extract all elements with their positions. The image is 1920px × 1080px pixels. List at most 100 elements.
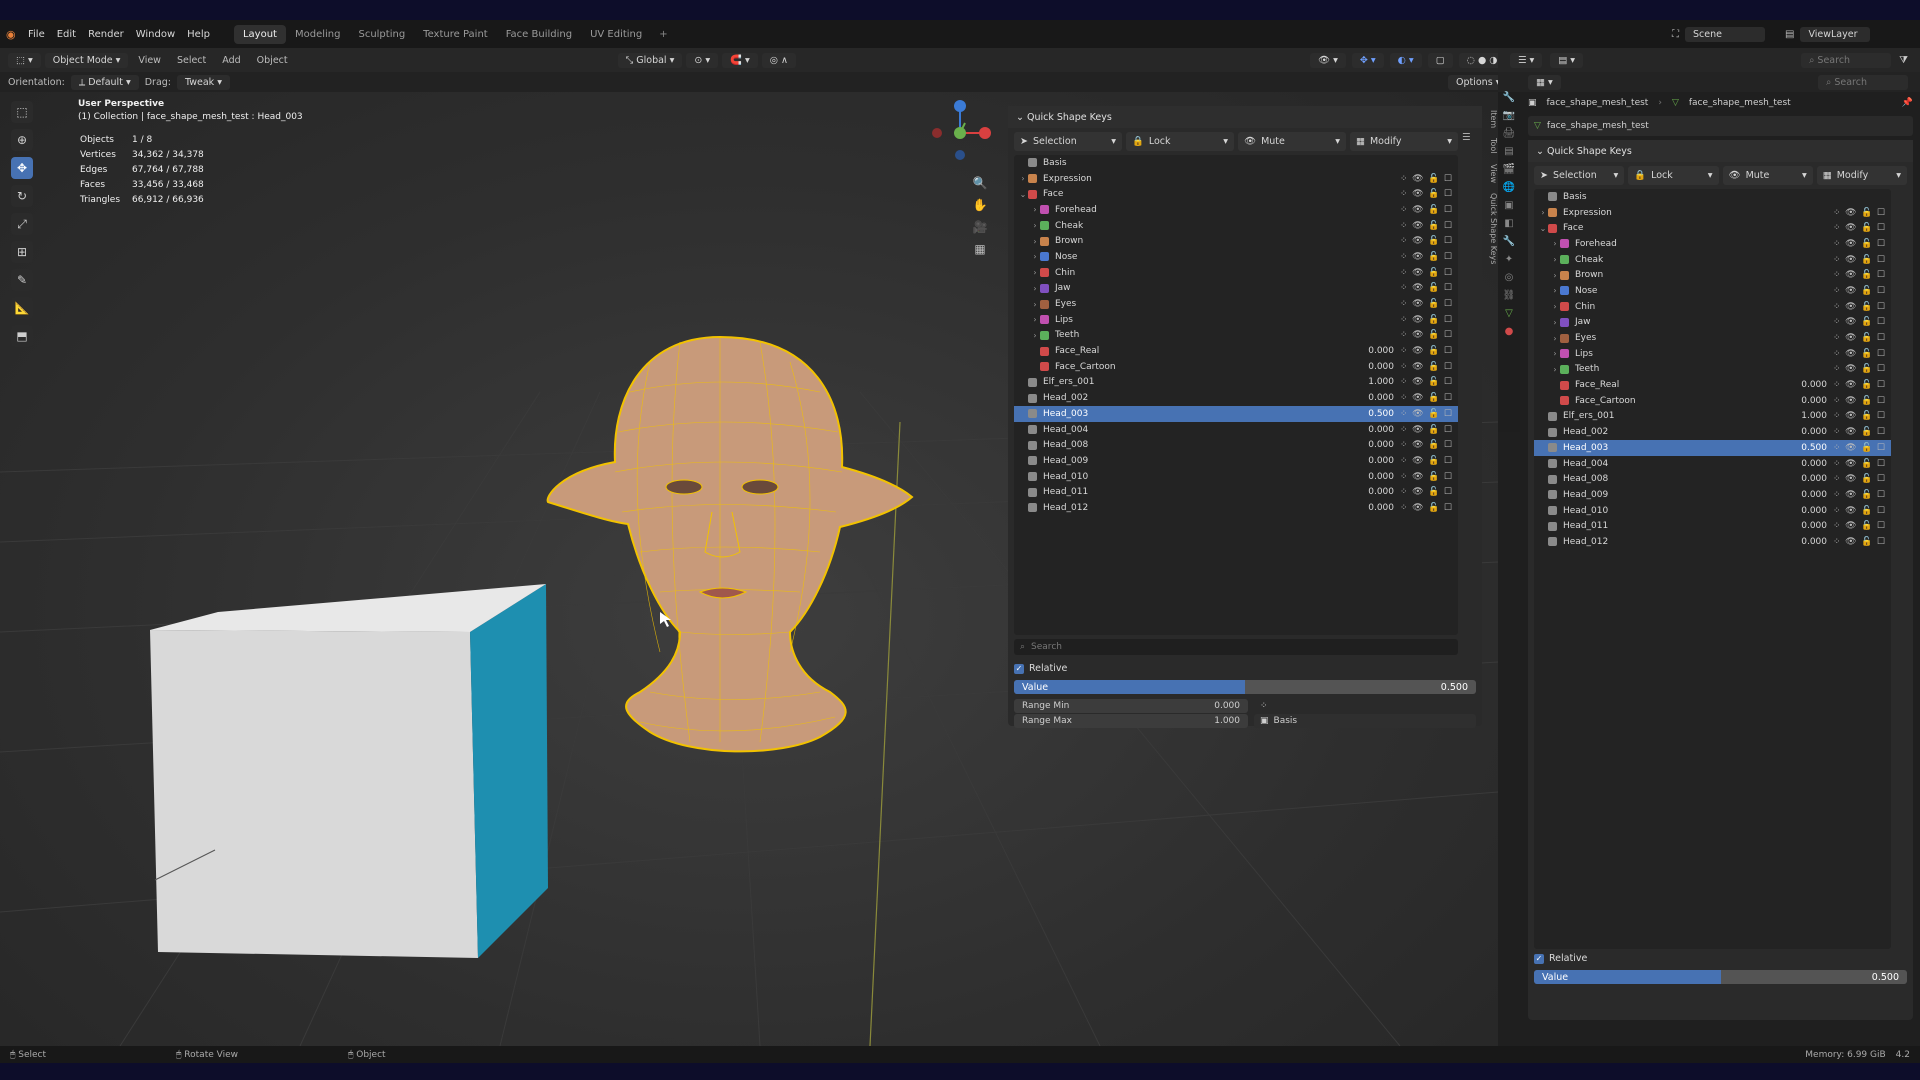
lock-icon[interactable]: 🔓 <box>1428 409 1439 419</box>
proportional-edit-toggle[interactable]: ◎ ∧ <box>761 52 796 68</box>
mute-checkbox[interactable]: ☐ <box>1877 286 1885 296</box>
pin-icon[interactable]: 📌 <box>1902 98 1913 108</box>
mute-checkbox[interactable]: ☐ <box>1444 283 1452 293</box>
shape-key-row[interactable]: Basis <box>1534 189 1891 205</box>
snap-toggle[interactable]: 🧲 ▾ <box>722 52 758 68</box>
vertex-group-icon[interactable]: ⁘ <box>1833 411 1841 421</box>
lock-icon[interactable]: 🔓 <box>1428 268 1439 278</box>
eye-icon[interactable]: 👁 <box>1845 380 1856 390</box>
shape-key-value[interactable]: 1.000 <box>1787 411 1827 421</box>
eye-icon[interactable]: 👁 <box>1845 474 1856 484</box>
vertex-group-icon[interactable]: ⁘ <box>1833 396 1841 406</box>
shape-key-row[interactable]: Head_010 0.000 ⁘ 👁 🔓 ☐ <box>1534 503 1891 519</box>
lock-icon[interactable]: 🔓 <box>1861 490 1872 500</box>
shape-key-row[interactable]: › Lips ⁘ 👁 🔓 ☐ <box>1534 346 1891 362</box>
expand-chevron-icon[interactable]: › <box>1030 268 1040 277</box>
lock-icon[interactable]: 🔓 <box>1428 174 1439 184</box>
eye-icon[interactable]: 👁 <box>1845 396 1856 406</box>
lock-dropdown[interactable]: 🔒 Lock ▾ <box>1628 166 1719 185</box>
eye-icon[interactable]: 👁 <box>1845 411 1856 421</box>
rotate-icon[interactable]: ↻ <box>11 185 33 207</box>
vertex-group-icon[interactable]: ⁘ <box>1833 490 1841 500</box>
eye-icon[interactable]: 👁 <box>1845 239 1856 249</box>
mute-checkbox[interactable]: ☐ <box>1877 380 1885 390</box>
mute-checkbox[interactable]: ☐ <box>1877 537 1885 547</box>
lock-icon[interactable]: 🔓 <box>1428 283 1439 293</box>
lock-icon[interactable]: 🔓 <box>1861 411 1872 421</box>
select-box-icon[interactable]: ⬚ <box>11 101 33 123</box>
shape-key-row[interactable]: › Cheak ⁘ 👁 🔓 ☐ <box>1014 218 1458 234</box>
vertex-group-icon[interactable]: ⁘ <box>1400 174 1408 184</box>
eye-icon[interactable]: 👁 <box>1412 252 1423 262</box>
world-tab-icon[interactable]: 🌐 <box>1498 182 1520 200</box>
lock-icon[interactable]: 🔓 <box>1861 270 1872 280</box>
shape-key-row[interactable]: Head_002 0.000 ⁘ 👁 🔓 ☐ <box>1014 390 1458 406</box>
vertex-group-icon[interactable]: ⁘ <box>1400 330 1408 340</box>
expand-chevron-icon[interactable]: › <box>1550 271 1560 280</box>
render-tab-icon[interactable]: 📷 <box>1498 110 1520 128</box>
xray-toggle[interactable]: ▢ <box>1427 52 1453 68</box>
menu-window[interactable]: Window <box>130 29 181 40</box>
mute-checkbox[interactable]: ☐ <box>1444 252 1452 262</box>
material-tab-icon[interactable]: ● <box>1498 326 1520 344</box>
value-slider[interactable]: Value 0.500 <box>1014 680 1476 694</box>
collection-tab-icon[interactable]: ▣ <box>1498 200 1520 218</box>
workspace-tab-sculpting[interactable]: Sculpting <box>349 25 414 44</box>
transform-orientation-dropdown[interactable]: ⤡ Global ▾ <box>617 52 683 68</box>
shape-key-value[interactable]: 0.000 <box>1354 425 1394 435</box>
eye-icon[interactable]: 👁 <box>1845 255 1856 265</box>
lock-icon[interactable]: 🔓 <box>1428 330 1439 340</box>
lock-icon[interactable]: 🔓 <box>1861 208 1872 218</box>
qsk-panel-header[interactable]: ⌄ Quick Shape Keys <box>1008 106 1482 128</box>
mute-checkbox[interactable]: ☐ <box>1444 503 1452 513</box>
shape-key-row[interactable]: Head_002 0.000 ⁘ 👁 🔓 ☐ <box>1534 424 1891 440</box>
shape-key-row[interactable]: › Expression ⁘ 👁 🔓 ☐ <box>1014 171 1458 187</box>
scale-icon[interactable]: ⤢ <box>11 213 33 235</box>
mute-checkbox[interactable]: ☐ <box>1877 317 1885 327</box>
mute-checkbox[interactable]: ☐ <box>1877 223 1885 233</box>
shape-key-row[interactable]: › Eyes ⁘ 👁 🔓 ☐ <box>1014 296 1458 312</box>
eye-icon[interactable]: 👁 <box>1412 409 1423 419</box>
eye-icon[interactable]: 👁 <box>1845 364 1856 374</box>
shape-key-value[interactable]: 0.500 <box>1354 409 1394 419</box>
expand-chevron-icon[interactable]: › <box>1550 349 1560 358</box>
lock-icon[interactable]: 🔓 <box>1861 537 1872 547</box>
menu-help[interactable]: Help <box>181 29 216 40</box>
shape-key-row[interactable]: Head_008 0.000 ⁘ 👁 🔓 ☐ <box>1014 437 1458 453</box>
value-slider[interactable]: Value 0.500 <box>1534 970 1907 984</box>
relative-checkbox[interactable]: ✓ <box>1014 663 1024 674</box>
expand-chevron-icon[interactable]: › <box>1550 302 1560 311</box>
expand-chevron-icon[interactable]: › <box>1538 208 1548 217</box>
mute-checkbox[interactable]: ☐ <box>1444 315 1452 325</box>
shape-key-search[interactable]: ⌕ Search <box>1014 639 1458 655</box>
shape-key-value[interactable]: 0.000 <box>1787 459 1827 469</box>
mute-checkbox[interactable]: ☐ <box>1444 472 1452 482</box>
qsk-props-header[interactable]: ⌄ Quick Shape Keys <box>1528 140 1913 162</box>
shape-key-row[interactable]: › Lips ⁘ 👁 🔓 ☐ <box>1014 312 1458 328</box>
menu-file[interactable]: File <box>22 29 51 40</box>
shape-key-row[interactable]: › Expression ⁘ 👁 🔓 ☐ <box>1534 205 1891 221</box>
vertex-group-icon[interactable]: ⁘ <box>1400 268 1408 278</box>
vertex-group-icon[interactable]: ⁘ <box>1833 364 1841 374</box>
particles-tab-icon[interactable]: ✦ <box>1498 254 1520 272</box>
eye-icon[interactable]: 👁 <box>1412 503 1423 513</box>
gizmo-toggle[interactable]: ✥ ▾ <box>1351 52 1384 68</box>
range-min-field[interactable]: Range Min 0.000 <box>1014 699 1248 713</box>
mute-checkbox[interactable]: ☐ <box>1877 302 1885 312</box>
shape-key-row[interactable]: Elf_ers_001 1.000 ⁘ 👁 🔓 ☐ <box>1534 409 1891 425</box>
expand-chevron-icon[interactable]: › <box>1550 365 1560 374</box>
expand-chevron-icon[interactable]: ⌄ <box>1538 224 1548 233</box>
vertex-group-icon[interactable]: ⁘ <box>1400 440 1408 450</box>
shape-key-value[interactable]: 0.000 <box>1354 487 1394 497</box>
view-layer-tab-icon[interactable]: ▤ <box>1498 146 1520 164</box>
lock-icon[interactable]: 🔓 <box>1861 286 1872 296</box>
lock-icon[interactable]: 🔓 <box>1428 205 1439 215</box>
selection-dropdown[interactable]: ➤ Selection ▾ <box>1534 166 1625 185</box>
shape-key-row[interactable]: › Cheak ⁘ 👁 🔓 ☐ <box>1534 252 1891 268</box>
mute-checkbox[interactable]: ☐ <box>1444 268 1452 278</box>
shape-key-value[interactable]: 0.000 <box>1787 427 1827 437</box>
lock-icon[interactable]: 🔓 <box>1428 377 1439 387</box>
vertex-group-icon[interactable]: ⁘ <box>1400 409 1408 419</box>
editor-type-dropdown[interactable]: ⬚ ▾ <box>8 52 41 68</box>
expand-chevron-icon[interactable]: › <box>1550 318 1560 327</box>
